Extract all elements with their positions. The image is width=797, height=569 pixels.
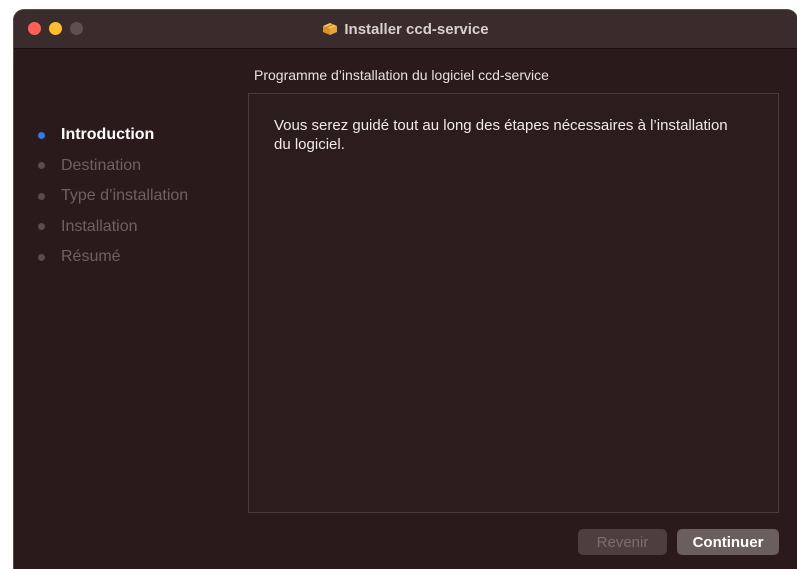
package-icon xyxy=(323,23,338,35)
step-destination: Destination xyxy=(38,151,248,182)
step-label: Type d’installation xyxy=(61,187,189,205)
step-introduction: Introduction xyxy=(38,120,248,151)
steps-sidebar: Introduction Destination Type d’installa… xyxy=(38,120,248,273)
step-label: Introduction xyxy=(61,126,155,144)
step-indicator-dot xyxy=(38,162,45,170)
step-indicator-dot xyxy=(38,253,45,261)
back-button[interactable]: Revenir xyxy=(578,529,667,555)
step-summary: Résumé xyxy=(38,242,248,273)
title-bar[interactable]: Installer ccd-service xyxy=(14,10,797,49)
intro-text: Vous serez guidé tout au long des étapes… xyxy=(274,117,728,153)
step-installation-type: Type d’installation xyxy=(38,181,248,212)
step-label: Destination xyxy=(61,156,142,174)
step-label: Résumé xyxy=(61,248,121,266)
step-indicator-dot xyxy=(38,192,45,200)
installer-window: Installer ccd-service Programme d’instal… xyxy=(14,10,797,569)
step-installation: Installation xyxy=(38,212,248,243)
installer-subtitle: Programme d’installation du logiciel ccd… xyxy=(254,67,549,83)
window-title-group: Installer ccd-service xyxy=(14,10,797,48)
step-indicator-dot xyxy=(38,223,45,231)
continue-button[interactable]: Continuer xyxy=(677,529,779,555)
window-title: Installer ccd-service xyxy=(344,20,489,38)
content-panel: Vous serez guidé tout au long des étapes… xyxy=(248,93,779,513)
step-indicator-dot xyxy=(38,131,45,139)
step-label: Installation xyxy=(61,217,138,235)
